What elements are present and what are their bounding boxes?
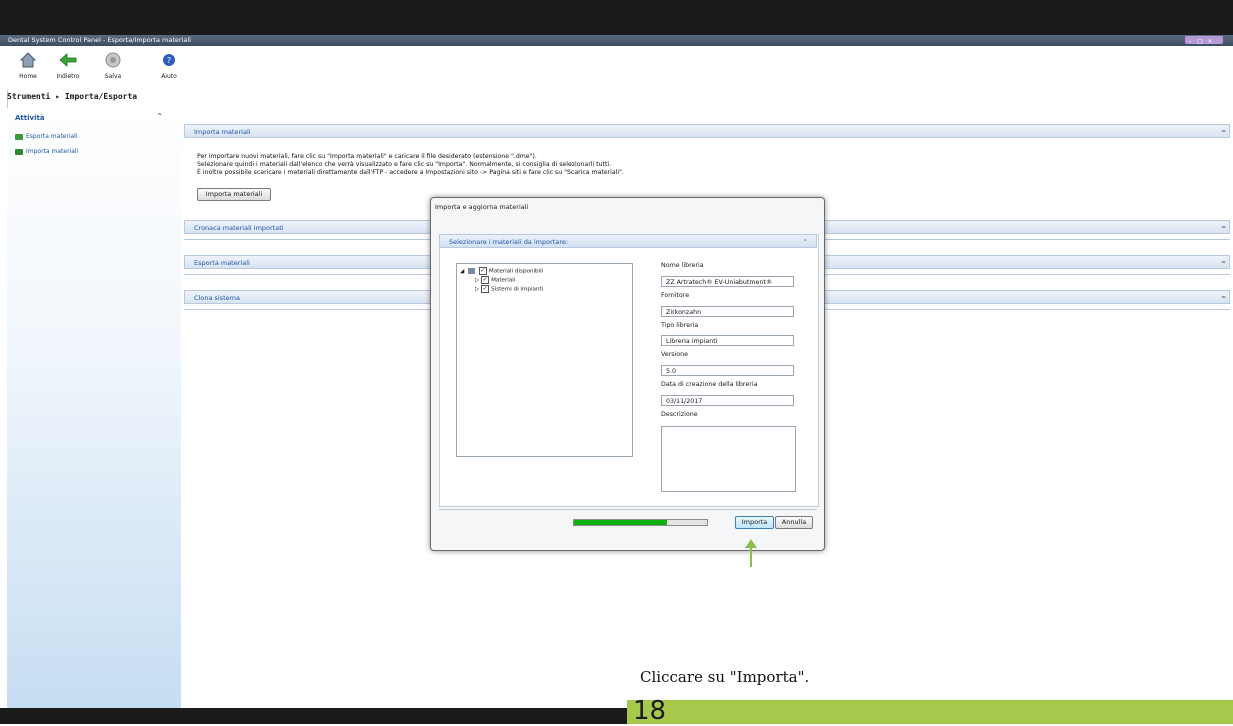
breadcrumb: Strumenti ▸ Importa/Esporta	[7, 92, 137, 101]
svg-text:?: ?	[167, 56, 171, 65]
versione-label: Versione	[661, 351, 689, 358]
back-label: Indietro	[56, 73, 80, 80]
checkbox[interactable]: ✓	[481, 285, 490, 293]
nome-libreria-field[interactable]: ZZ Artratech® EV-Uniabutment®	[661, 276, 794, 287]
sidebar-collapse-icon[interactable]: ⌃	[156, 112, 163, 121]
tipo-libreria-field[interactable]: Libreria impianti	[661, 335, 794, 346]
help-button[interactable]: ? Aiuto	[152, 50, 186, 80]
expand-icon[interactable]: ≈	[1221, 256, 1226, 270]
window-title: Dental System Control Panel - Esporta/Im…	[8, 36, 191, 44]
footer-black-band	[0, 708, 627, 724]
checkbox[interactable]: ✓	[478, 267, 487, 275]
back-button[interactable]: Indietro	[51, 50, 85, 80]
tree-node-sistemi[interactable]: ▷ ✓ Sistemi di impianti	[475, 285, 543, 293]
section-importa-materiali[interactable]: Importa materiali ≈	[184, 124, 1230, 138]
tree-node-materiali[interactable]: ▷ ✓ Materiali	[475, 276, 515, 284]
library-icon	[468, 268, 476, 274]
minimize-icon[interactable]: –	[1185, 38, 1195, 46]
tree-node-label: Materiali disponibili	[488, 268, 544, 275]
tree-expanded-icon[interactable]: ◢	[460, 269, 464, 275]
instructions: Per importare nuovi materiali, fare clic…	[197, 153, 624, 177]
fornitore-field[interactable]: Zirkonzahn	[661, 306, 794, 317]
home-label: Home	[19, 73, 37, 80]
import-dialog: Importa e aggiorna materiali Selezionare…	[430, 197, 825, 551]
materials-tree: ◢ ✓ Materiali disponibili ▷ ✓ Materiali ▷ …	[456, 263, 633, 457]
save-label: Salva	[104, 73, 122, 80]
activity-sidebar: Attività ⌃ Esporta materiali Importa mat…	[7, 108, 181, 710]
home-icon	[18, 50, 38, 70]
maximize-icon[interactable]: □	[1195, 38, 1205, 46]
instruction-line: È inoltre possibile scaricare i material…	[197, 169, 624, 176]
tree-node-label: Sistemi di impianti	[491, 286, 544, 293]
save-icon	[103, 50, 123, 70]
expand-icon[interactable]: ≈	[1221, 291, 1226, 305]
sidebar-item-esporta[interactable]: Esporta materiali	[15, 133, 78, 140]
sidebar-item-label: Importa materiali	[26, 148, 79, 155]
save-button[interactable]: Salva	[96, 50, 130, 80]
import-icon	[15, 148, 23, 155]
top-black-bar	[0, 0, 1233, 35]
breadcrumb-root[interactable]: Strumenti	[7, 92, 50, 101]
expand-icon[interactable]: ≈	[1221, 221, 1226, 235]
close-icon[interactable]: ×	[1205, 38, 1215, 46]
collapse-icon[interactable]: ⌃	[803, 235, 808, 249]
sidebar-title: Attività	[15, 114, 45, 122]
window-controls: – □ ×	[1185, 36, 1223, 46]
dialog-subheader[interactable]: Selezionare i materiali da importare: ⌃	[439, 234, 817, 248]
toolbar: Home Indietro Salva ? Aiuto	[7, 46, 1233, 90]
breadcrumb-separator: ▸	[55, 92, 61, 101]
page-number: 18	[633, 696, 667, 726]
tree-node-root[interactable]: ◢ ✓ Materiali disponibili	[460, 267, 543, 275]
help-label: Aiuto	[161, 73, 177, 80]
instruction-line: Selezionare quindi i materiali dall'elen…	[197, 161, 612, 168]
section-title: Cronaca materiali importati	[194, 224, 284, 232]
tree-node-label: Materiali	[491, 277, 516, 284]
instruction-line: Per importare nuovi materiali, fare clic…	[197, 153, 537, 160]
data-creazione-field[interactable]: 03/11/2017	[661, 395, 794, 406]
tree-collapsed-icon[interactable]: ▷	[475, 278, 479, 284]
data-creazione-label: Data di creazione della libreria	[661, 381, 758, 388]
home-button[interactable]: Home	[11, 50, 45, 80]
dialog-subheader-label: Selezionare i materiali da importare:	[449, 238, 569, 246]
checkbox[interactable]: ✓	[481, 276, 490, 284]
tipo-libreria-label: Tipo libreria	[661, 322, 699, 329]
descrizione-label: Descrizione	[661, 411, 698, 418]
tree-collapsed-icon[interactable]: ▷	[475, 287, 479, 293]
nome-libreria-label: Nome libreria	[661, 262, 704, 269]
collapse-icon[interactable]: ≈	[1221, 125, 1226, 139]
section-title: Importa materiali	[194, 128, 251, 136]
footer-green-band: 18	[627, 696, 1233, 726]
import-materials-button[interactable]: Importa materiali	[197, 188, 271, 201]
pointer-arrow-stem	[750, 547, 752, 567]
import-progress-bar	[573, 519, 708, 526]
dialog-divider	[439, 509, 817, 510]
help-icon: ?	[159, 50, 179, 70]
back-arrow-icon	[58, 50, 78, 70]
fornitore-label: Fornitore	[661, 292, 690, 299]
versione-field[interactable]: 5.0	[661, 365, 794, 376]
export-icon	[15, 133, 23, 140]
breadcrumb-current: Importa/Esporta	[64, 92, 138, 101]
window-titlebar: Dental System Control Panel - Esporta/Im…	[0, 35, 1233, 46]
caption: Cliccare su "Importa".	[640, 668, 810, 686]
dialog-panel: Selezionare i materiali da importare: ⌃ …	[439, 234, 819, 507]
descrizione-field[interactable]	[661, 426, 796, 492]
section-title: Clona sistema	[194, 294, 240, 302]
cancel-button[interactable]: Annulla	[775, 516, 813, 529]
progress-fill	[574, 520, 668, 525]
dialog-title: Importa e aggiorna materiali	[435, 203, 529, 211]
section-title: Esporta materiali	[194, 259, 250, 267]
sidebar-item-label: Esporta materiali	[26, 133, 78, 140]
sidebar-item-importa[interactable]: Importa materiali	[15, 148, 78, 155]
import-button[interactable]: Importa	[735, 516, 774, 529]
